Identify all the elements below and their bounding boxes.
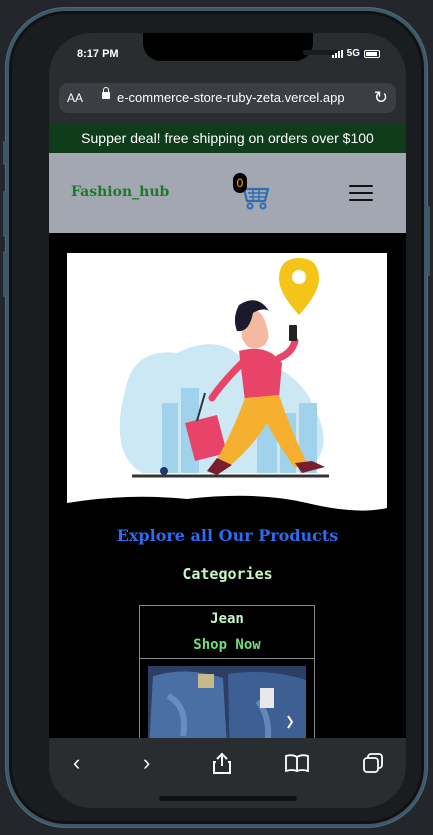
- traveler-illustration: [67, 258, 387, 525]
- brand-logo[interactable]: Fashion_hub: [71, 184, 169, 200]
- hamburger-icon[interactable]: [349, 185, 373, 201]
- browser-address-area: AA e-commerce-store-ruby-zeta.vercel.app…: [49, 73, 406, 123]
- categories-heading: Categories: [182, 565, 273, 583]
- hero-image: [67, 253, 387, 525]
- network-label: 5G: [346, 48, 360, 59]
- navbar: Fashion_hub 0: [49, 153, 406, 233]
- cart-button[interactable]: 0: [233, 173, 273, 213]
- cart-count-badge: 0: [233, 173, 247, 193]
- home-indicator: [159, 796, 297, 801]
- bookmarks-icon[interactable]: [285, 754, 309, 772]
- notch: [143, 33, 365, 61]
- url-text[interactable]: e-commerce-store-ruby-zeta.vercel.app: [117, 90, 345, 105]
- status-bar: 8:17 PM 5G: [49, 33, 406, 73]
- status-time: 8:17 PM: [77, 48, 119, 60]
- tabs-icon[interactable]: [362, 752, 384, 774]
- share-icon[interactable]: [212, 752, 232, 774]
- explore-products-link[interactable]: Explore all Our Products: [49, 526, 406, 545]
- address-bar[interactable]: AA e-commerce-store-ruby-zeta.vercel.app…: [59, 83, 396, 113]
- signal-icon: [331, 49, 343, 58]
- phone-screen: 8:17 PM 5G AA e-commerce-store-ruby-zeta…: [49, 33, 406, 808]
- reload-icon[interactable]: ↻: [374, 88, 388, 108]
- shop-now-link[interactable]: Shop Now: [140, 637, 314, 653]
- phone-frame: 8:17 PM 5G AA e-commerce-store-ruby-zeta…: [3, 8, 430, 827]
- status-indicators: 5G: [331, 48, 380, 59]
- reader-options-button[interactable]: AA: [67, 91, 83, 105]
- forward-icon[interactable]: ›: [143, 750, 150, 776]
- power-button: [427, 206, 430, 276]
- lock-icon: [102, 87, 110, 99]
- promo-banner: Supper deal! free shipping on orders ove…: [49, 123, 406, 153]
- mute-switch: [3, 141, 6, 165]
- card-divider: [140, 658, 314, 659]
- volume-down-button: [3, 251, 6, 297]
- back-icon[interactable]: ‹: [73, 750, 80, 776]
- battery-icon: [364, 49, 380, 58]
- volume-up-button: [3, 191, 6, 237]
- category-name: Jean: [210, 611, 244, 627]
